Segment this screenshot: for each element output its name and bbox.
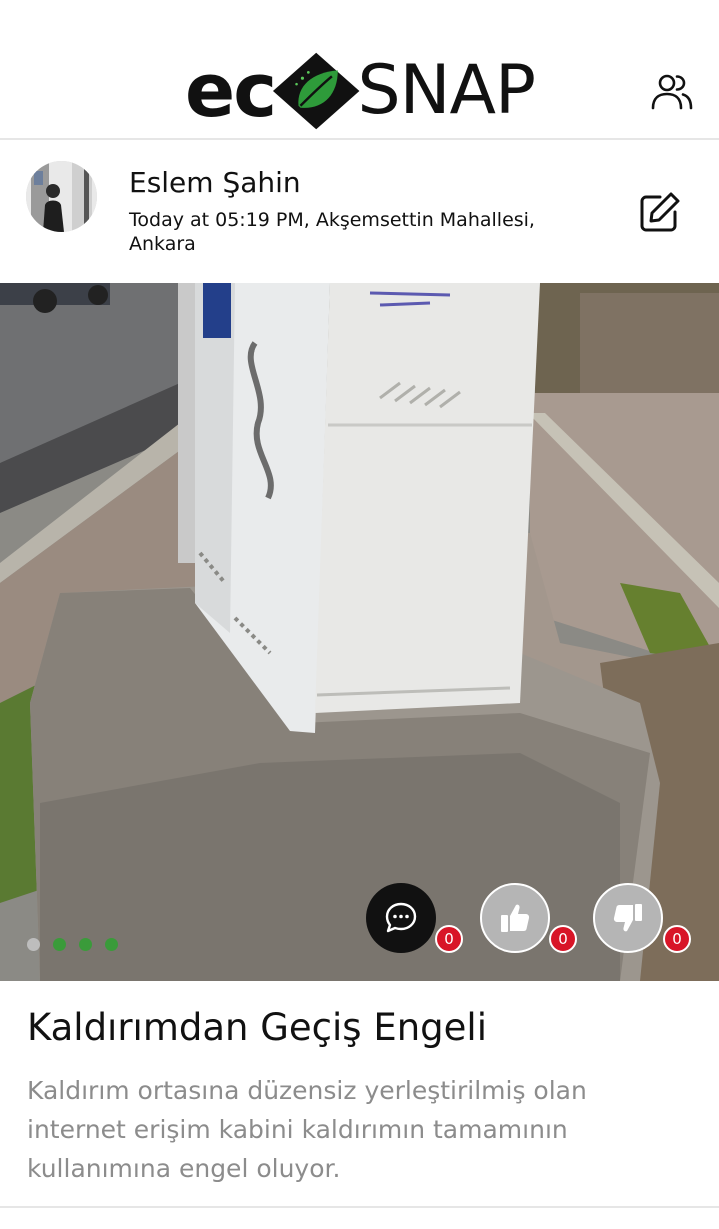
thumbs-down-icon xyxy=(613,904,642,932)
logo-eco-text: ec xyxy=(185,48,277,134)
carousel-indicator xyxy=(27,938,118,951)
dislike-button[interactable] xyxy=(593,883,663,953)
author-name[interactable]: Eslem Şahin xyxy=(129,166,301,199)
like-count-badge: 0 xyxy=(549,925,577,953)
leaf-diamond-icon xyxy=(273,52,360,130)
carousel-dot-active[interactable] xyxy=(27,938,40,951)
divider xyxy=(0,1206,719,1208)
app-header: ec SNAP xyxy=(0,0,719,140)
carousel-dot[interactable] xyxy=(53,938,66,951)
post-photo[interactable] xyxy=(0,283,719,981)
comment-button[interactable] xyxy=(366,883,436,953)
post-description: Kaldırım ortasına düzensiz yerleştirilmi… xyxy=(27,1076,587,1183)
carousel-dot[interactable] xyxy=(79,938,92,951)
edit-icon[interactable] xyxy=(638,190,682,234)
thumbs-up-icon xyxy=(501,904,530,932)
comment-count-badge: 0 xyxy=(435,925,463,953)
dislike-count-badge: 0 xyxy=(663,925,691,953)
post-author-row: Eslem Şahin Today at 05:19 PM, Akşemsett… xyxy=(0,140,719,283)
photo-scene xyxy=(0,283,719,981)
avatar-image xyxy=(26,161,97,232)
avatar[interactable] xyxy=(26,161,97,232)
post-meta: Today at 05:19 PM, Akşemsettin Mahallesi… xyxy=(129,209,535,255)
logo-snap-text: SNAP xyxy=(357,51,536,130)
users-icon[interactable] xyxy=(650,70,694,114)
post-title: Kaldırımdan Geçiş Engeli xyxy=(27,1006,487,1049)
carousel-dot[interactable] xyxy=(105,938,118,951)
comment-icon xyxy=(385,902,417,933)
ecosnap-logo[interactable]: ec SNAP xyxy=(185,48,536,134)
like-button[interactable] xyxy=(480,883,550,953)
